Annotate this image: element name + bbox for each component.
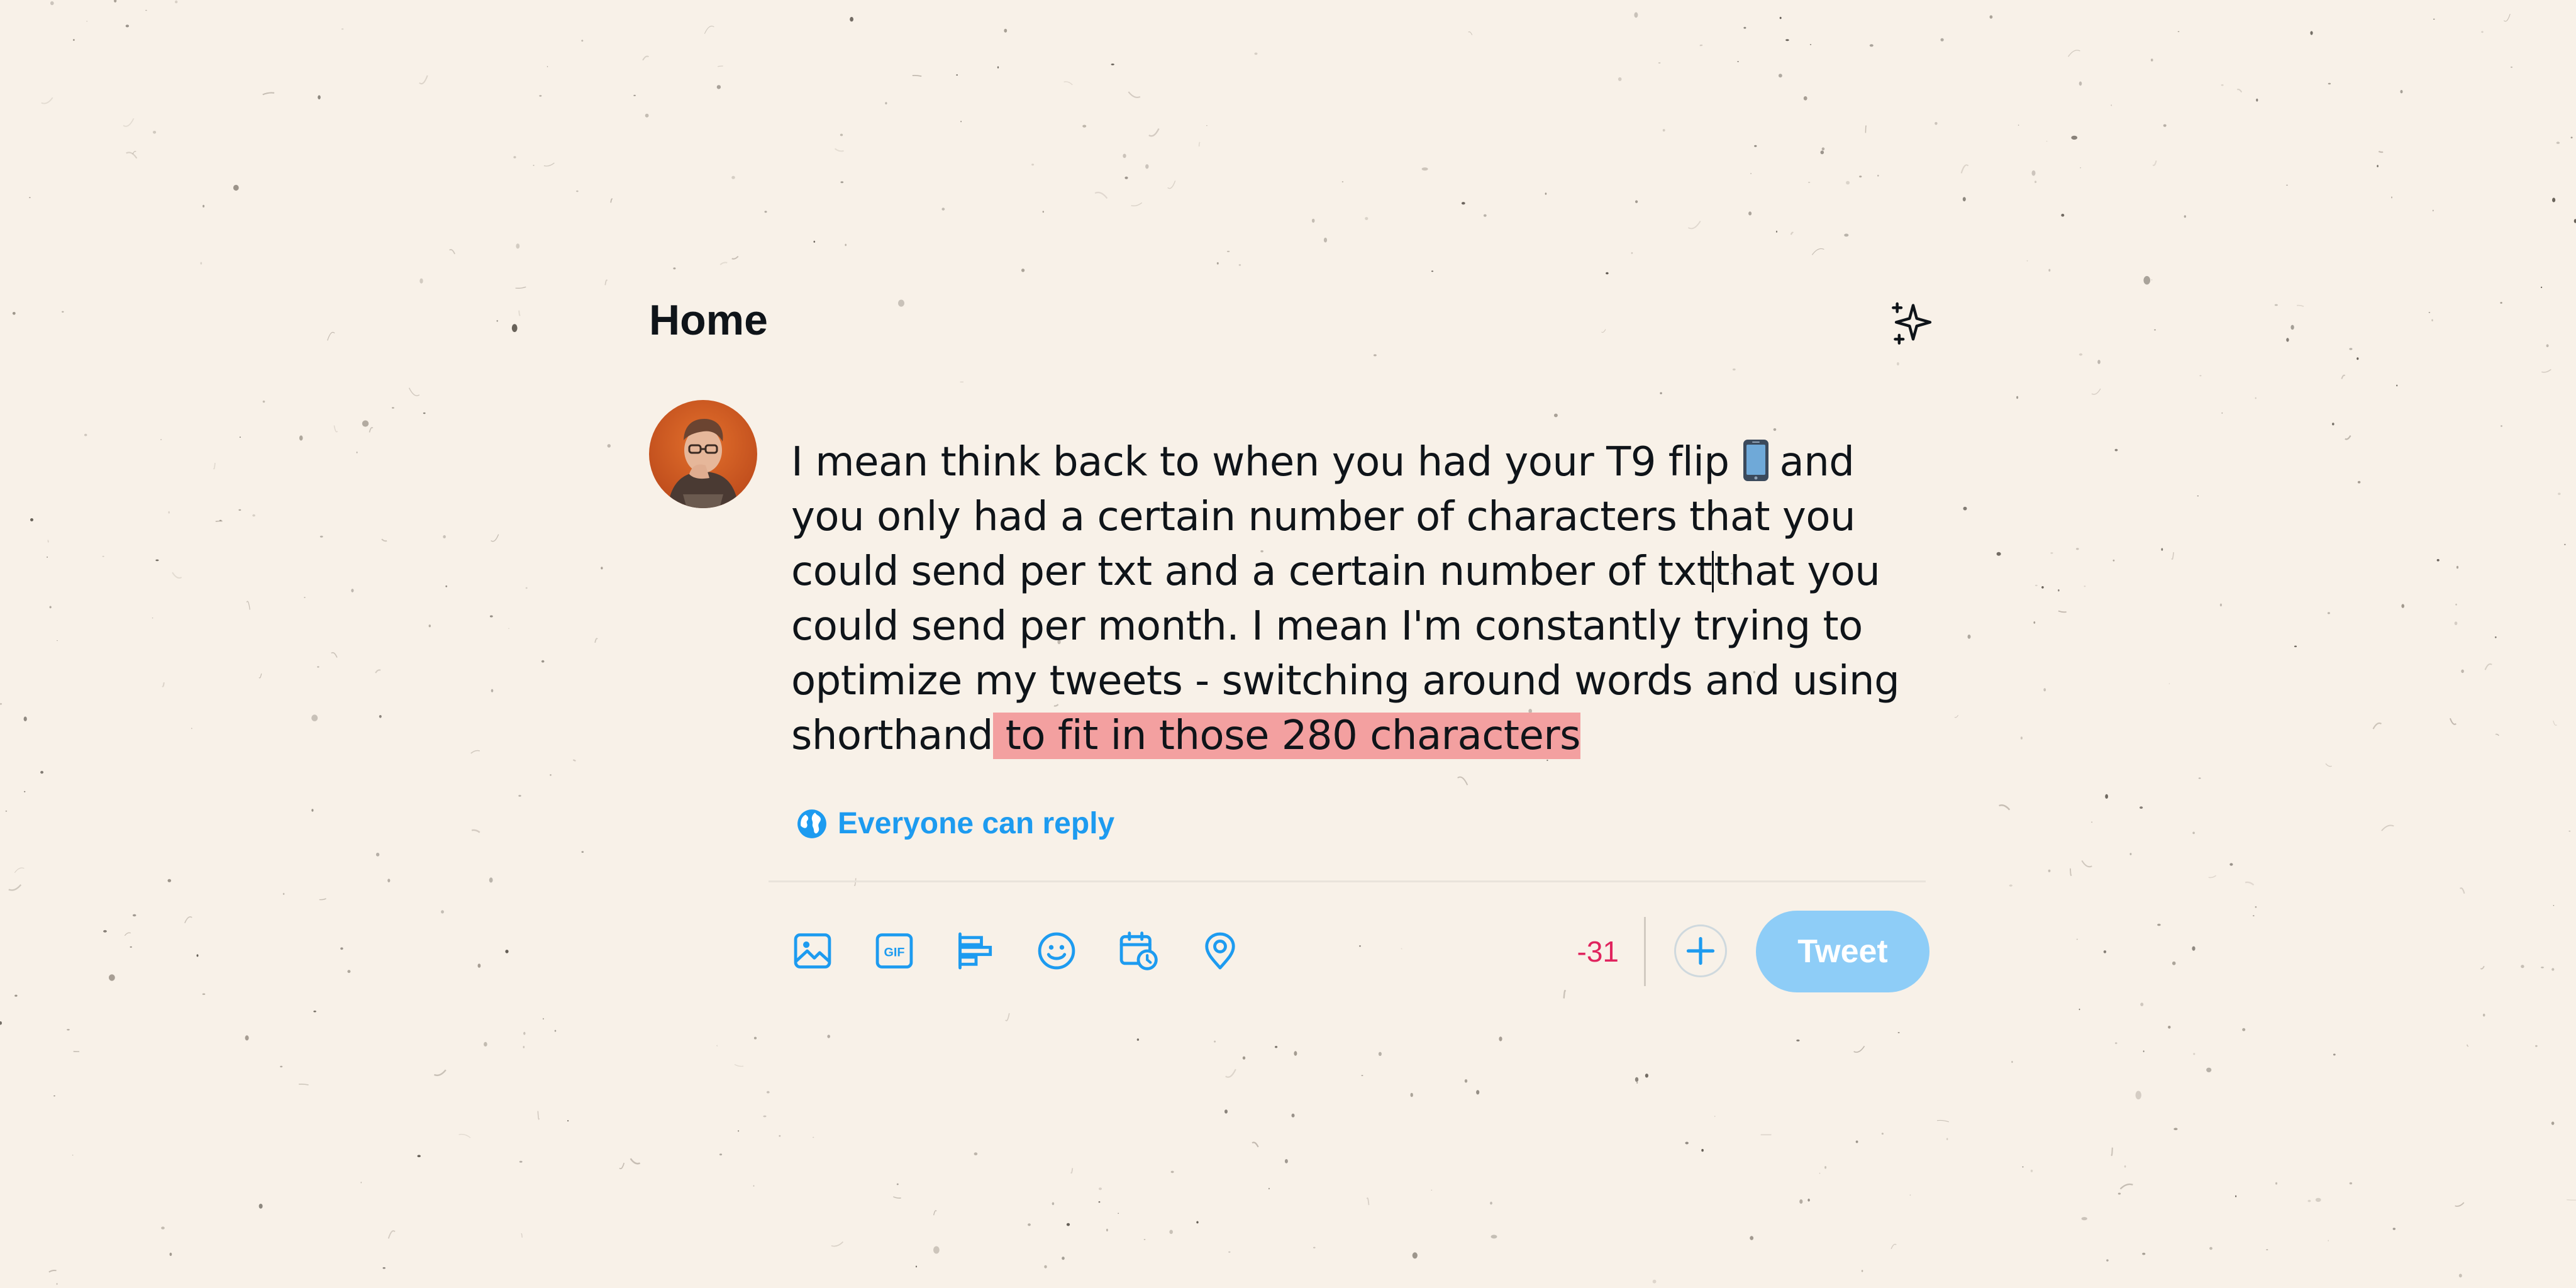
emoji-icon[interactable] [1035,930,1078,972]
reply-setting-button[interactable]: Everyone can reply [796,806,1114,841]
text-line-5: optimize my tweets - switching around wo… [791,658,1900,704]
text-line-6: shorthand to fit in those 280 characters [791,709,1948,763]
text-line-1: I mean think back to when you had your T… [791,435,1948,490]
schedule-icon[interactable] [1117,930,1160,972]
toolbar-separator [1644,917,1646,986]
text-segment: I mean think back to when you had your T… [791,439,1729,486]
avatar[interactable] [649,400,757,508]
page-title: Home [649,296,768,344]
poll-icon[interactable] [955,930,997,972]
over-limit-highlight: to fit in those 280 characters [992,713,1581,759]
tweet-button[interactable]: Tweet [1756,911,1929,992]
add-tweet-button[interactable] [1674,924,1727,977]
text-segment: that you [1714,548,1880,595]
text-line-2: you only had a certain number of charact… [791,494,1856,540]
plus-icon [1686,936,1715,965]
toolbar-divider [769,880,1926,882]
character-count: -31 [1577,935,1619,968]
gif-icon-label: GIF [884,946,904,960]
text-line-4: could send per month. I mean I'm constan… [791,603,1863,650]
image-icon[interactable] [791,930,834,972]
tweet-text-input[interactable]: I mean think back to when you had your T… [791,435,1948,763]
text-segment: shorthand [791,713,993,759]
gif-icon[interactable]: GIF [873,930,916,972]
globe-icon [797,809,826,838]
reply-setting-label: Everyone can reply [838,807,1115,840]
location-icon[interactable] [1199,930,1241,972]
text-segment: and [1779,439,1855,486]
sparkle-icon[interactable] [1889,299,1937,347]
text-segment: could send per txt and a certain number … [791,548,1713,595]
mobile-phone-emoji [1743,440,1768,481]
text-line-3: could send per txt and a certain number … [791,545,1948,599]
